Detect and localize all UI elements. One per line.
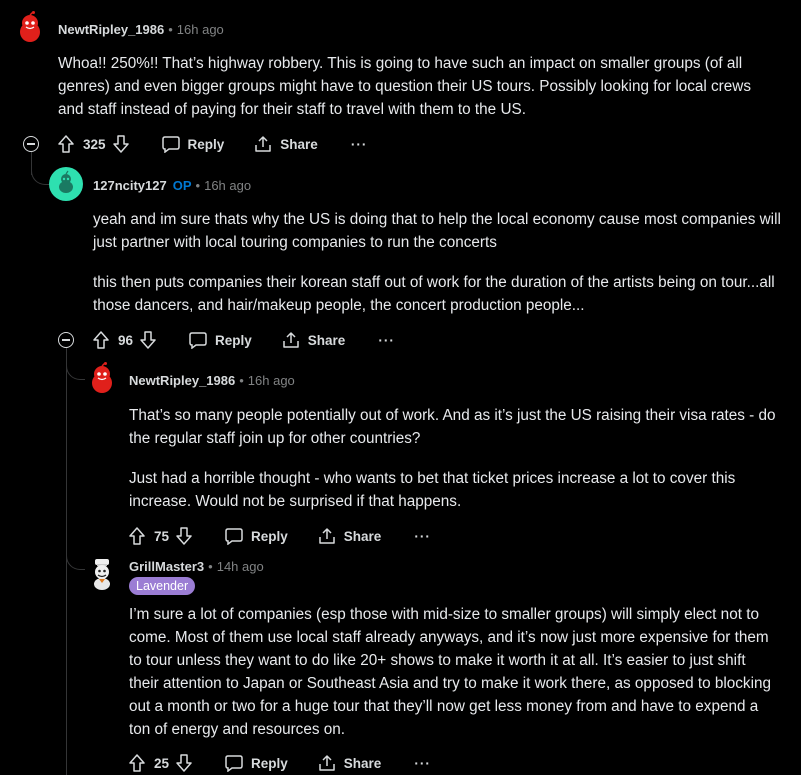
author-name[interactable]: GrillMaster3 (129, 559, 204, 574)
upvote-button[interactable] (58, 135, 74, 153)
more-options-button[interactable]: ··· (414, 756, 431, 771)
comment-bubble-icon (189, 331, 207, 349)
share-button[interactable]: Share (318, 527, 382, 545)
share-button[interactable]: Share (254, 135, 318, 153)
reply-button[interactable]: Reply (225, 754, 288, 772)
reply-button[interactable]: Reply (189, 331, 252, 349)
downvote-icon (176, 527, 192, 545)
comment-bubble-icon (225, 754, 243, 772)
upvote-icon (58, 135, 74, 153)
share-label: Share (280, 136, 318, 152)
downvote-button[interactable] (112, 135, 129, 153)
upvote-button[interactable] (129, 527, 145, 545)
comment-paragraph: That’s so many people potentially out of… (129, 407, 776, 447)
upvote-icon (129, 754, 145, 772)
reply-button[interactable]: Reply (161, 135, 225, 153)
share-label: Share (307, 332, 346, 348)
share-button[interactable]: Share (282, 331, 346, 349)
separator-dot: • (195, 178, 201, 193)
share-button[interactable]: Share (318, 754, 382, 772)
reply-label: Reply (251, 755, 288, 771)
share-icon (255, 136, 272, 152)
comment-paragraph: yeah and im sure thats why the US is doi… (93, 211, 781, 251)
author-name[interactable]: 127ncity127 (93, 178, 167, 193)
user-flair: Lavender (129, 577, 196, 595)
downvote-button[interactable] (140, 331, 156, 349)
comment-paragraph: this then puts companies their korean st… (93, 274, 775, 314)
upvote-button[interactable] (93, 331, 109, 349)
author-name[interactable]: NewtRipley_1986 (129, 373, 235, 388)
snoo-avatar-icon (20, 11, 40, 42)
share-icon (319, 528, 335, 544)
snoo-avatar-icon (59, 170, 73, 193)
vote-score: 75 (154, 528, 170, 544)
upvote-button[interactable] (129, 754, 145, 772)
comment-meta: NewtRipley_1986 • 16h ago (58, 22, 224, 37)
avatar[interactable] (85, 362, 119, 396)
separator-dot: • (239, 373, 244, 388)
reply-label: Reply (215, 332, 252, 348)
thread-connector (31, 160, 50, 185)
collapse-button[interactable] (58, 332, 74, 348)
collapse-button[interactable] (23, 136, 39, 152)
vote-score: 325 (83, 136, 106, 152)
share-icon (283, 332, 299, 348)
comment-body: I’m sure a lot of companies (esp those w… (129, 603, 779, 758)
comment-actions: 325 Reply Share ··· (58, 132, 367, 156)
separator-dot: • (168, 22, 173, 37)
comment-meta: 127ncity127 OP • 16h ago (93, 178, 251, 193)
upvote-icon (129, 527, 145, 545)
more-options-button[interactable]: ··· (378, 333, 395, 348)
comment-body: Whoa!! 250%!! That’s highway robbery. Th… (58, 52, 778, 138)
comment-actions: 96 Reply Share ··· (93, 328, 395, 352)
comment-actions: 25 Reply Share ··· (129, 751, 431, 775)
comment-meta: GrillMaster3 • 14h ago (129, 559, 264, 574)
comment-bubble-icon (161, 135, 180, 153)
avatar[interactable] (49, 167, 83, 201)
comment-actions: 75 Reply Share ··· (129, 524, 431, 548)
more-options-button[interactable]: ··· (414, 529, 431, 544)
author-name[interactable]: NewtRipley_1986 (58, 22, 164, 37)
vote-score: 96 (118, 332, 134, 348)
downvote-button[interactable] (176, 527, 192, 545)
downvote-icon (176, 754, 192, 772)
downvote-icon (112, 135, 129, 153)
timestamp[interactable]: 16h ago (248, 373, 295, 388)
comment-paragraph: I’m sure a lot of companies (esp those w… (129, 606, 771, 738)
comment-bubble-icon (225, 527, 243, 545)
reply-label: Reply (187, 136, 225, 152)
comment-meta: NewtRipley_1986 • 16h ago (129, 373, 295, 388)
timestamp[interactable]: 14h ago (217, 559, 264, 574)
share-label: Share (343, 528, 382, 544)
avatar[interactable] (13, 11, 47, 45)
comment-body: That’s so many people potentially out of… (129, 404, 779, 530)
upvote-icon (93, 331, 109, 349)
separator-dot: • (208, 559, 213, 574)
avatar[interactable] (85, 557, 119, 591)
timestamp[interactable]: 16h ago (204, 178, 251, 193)
reply-label: Reply (251, 528, 288, 544)
comment-body: yeah and im sure thats why the US is doi… (93, 208, 783, 334)
downvote-button[interactable] (176, 754, 192, 772)
thread-connector (66, 545, 85, 570)
share-icon (319, 755, 335, 771)
comment-paragraph: Whoa!! 250%!! That’s highway robbery. Th… (58, 55, 751, 118)
timestamp[interactable]: 16h ago (177, 22, 224, 37)
reply-button[interactable]: Reply (225, 527, 288, 545)
op-badge: OP (172, 178, 192, 193)
thread-connector (66, 355, 85, 380)
share-label: Share (343, 755, 382, 771)
snoo-avatar-icon (92, 362, 112, 393)
downvote-icon (140, 331, 156, 349)
snoo-avatar-icon (94, 559, 110, 590)
vote-score: 25 (154, 755, 170, 771)
more-options-button[interactable]: ··· (351, 137, 368, 152)
comment-paragraph: Just had a horrible thought - who wants … (129, 470, 736, 510)
